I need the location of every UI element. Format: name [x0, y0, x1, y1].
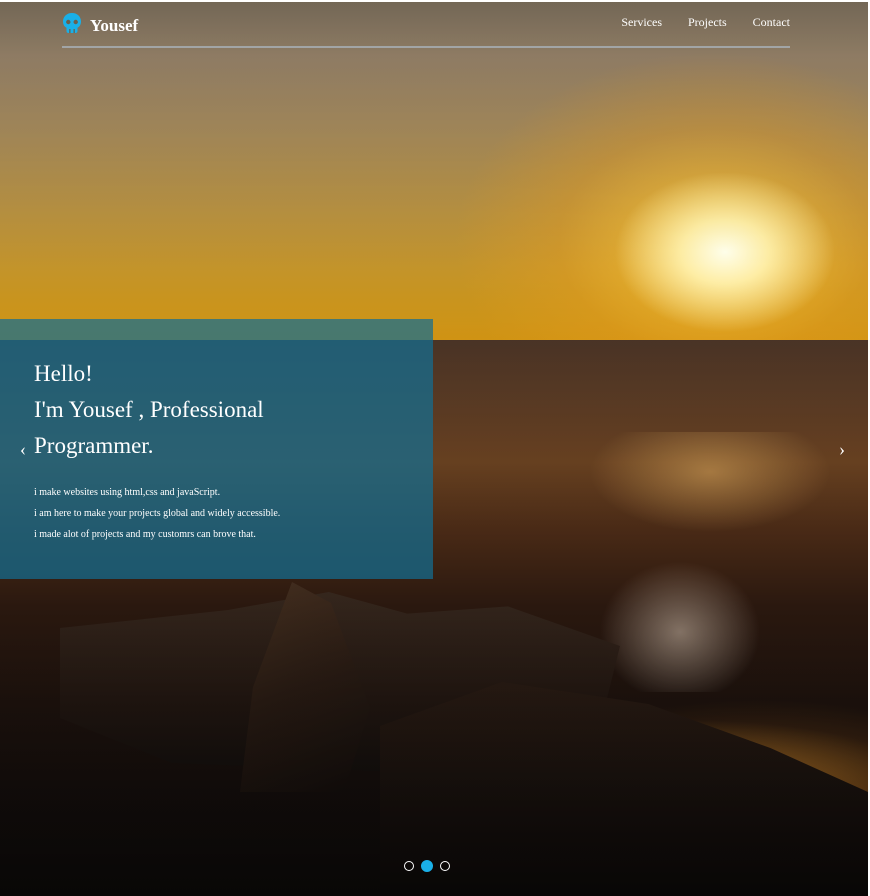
chevron-left-icon: ‹: [20, 439, 26, 459]
nav-link-contact[interactable]: Contact: [753, 15, 790, 30]
skull-icon: [62, 12, 82, 39]
hero-title-line: Programmer.: [34, 433, 154, 458]
hero-description-line: i made alot of projects and my customrs …: [34, 529, 256, 540]
nav-links: Services Projects Contact: [621, 15, 790, 30]
brand-name: Yousef: [90, 15, 139, 35]
chevron-right-icon: ›: [839, 439, 845, 459]
carousel-next-button[interactable]: ›: [832, 438, 852, 460]
carousel-indicator-2[interactable]: [421, 860, 433, 872]
hero-description: i make websites using html,css and javaS…: [34, 482, 424, 545]
hero-title: Hello! I'm Yousef , Professional Program…: [34, 356, 414, 464]
hero-title-line: I'm Yousef , Professional: [34, 397, 264, 422]
navbar: Yousef Services Projects Contact: [62, 10, 790, 48]
nav-link-projects[interactable]: Projects: [688, 15, 727, 30]
hero-title-line: Hello!: [34, 361, 93, 386]
carousel-indicators: [404, 860, 450, 872]
carousel-indicator-3[interactable]: [440, 861, 450, 871]
carousel-indicator-1[interactable]: [404, 861, 414, 871]
hero-description-line: i make websites using html,css and javaS…: [34, 487, 221, 498]
nav-link-services[interactable]: Services: [621, 15, 662, 30]
carousel-prev-button[interactable]: ‹: [13, 438, 33, 460]
hero-description-line: i am here to make your projects global a…: [34, 508, 281, 519]
brand[interactable]: Yousef: [62, 12, 138, 39]
